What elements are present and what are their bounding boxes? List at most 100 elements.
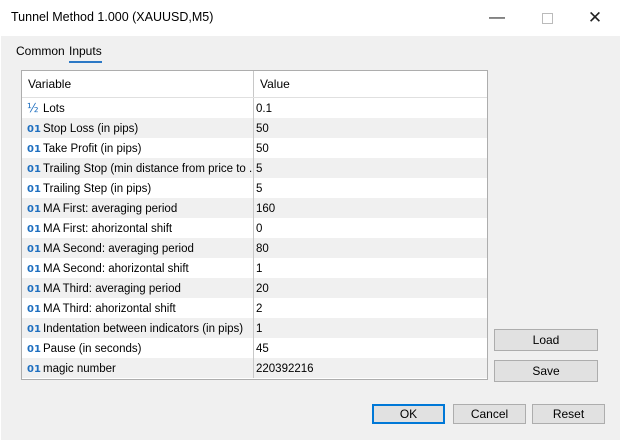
variable-value[interactable]: 50 bbox=[254, 143, 269, 155]
integer-icon: 01 bbox=[27, 284, 41, 295]
inputs-table: Variable Value ½ Lots 0.1 01 Stop Loss (in p… bbox=[21, 70, 488, 380]
integer-icon: 01 bbox=[27, 244, 41, 255]
variable-value[interactable]: 220392216 bbox=[254, 363, 314, 375]
minimize-icon: — bbox=[489, 9, 505, 26]
tab-common[interactable]: Common bbox=[16, 44, 65, 58]
reset-button[interactable]: Reset bbox=[532, 404, 605, 424]
value-cell[interactable]: 160 bbox=[254, 198, 487, 218]
variable-value[interactable]: 2 bbox=[254, 303, 262, 315]
variable-name: Pause (in seconds) bbox=[43, 343, 142, 355]
variable-value[interactable]: 160 bbox=[254, 203, 275, 215]
value-cell[interactable]: 20 bbox=[254, 278, 487, 298]
integer-icon: 01 bbox=[27, 264, 41, 275]
integer-icon: 01 bbox=[27, 144, 41, 155]
table-row[interactable]: 01 MA Second: averaging period 80 bbox=[22, 238, 487, 258]
variable-name: Trailing Step (in pips) bbox=[43, 183, 152, 195]
variable-name: MA Second: averaging period bbox=[43, 243, 194, 255]
column-header-variable-label: Variable bbox=[28, 77, 72, 91]
variable-cell: 01 Indentation between indicators (in pip… bbox=[22, 318, 254, 338]
variable-value[interactable]: 80 bbox=[254, 243, 269, 255]
save-button[interactable]: Save bbox=[494, 360, 598, 382]
cancel-button[interactable]: Cancel bbox=[453, 404, 526, 424]
variable-cell: 01 MA Second: averaging period bbox=[22, 238, 254, 258]
variable-value[interactable]: 0.1 bbox=[254, 103, 272, 115]
table-row[interactable]: 01 Trailing Stop (min distance from price… bbox=[22, 158, 487, 178]
variable-cell: 01 magic number bbox=[22, 358, 254, 378]
window-title: Tunnel Method 1.000 (XAUUSD,M5) bbox=[11, 10, 214, 24]
value-cell[interactable]: 0.1 bbox=[254, 98, 487, 118]
variable-value[interactable]: 5 bbox=[254, 163, 262, 175]
variable-value[interactable]: 1 bbox=[254, 323, 262, 335]
variable-name: MA Third: averaging period bbox=[43, 283, 181, 295]
variable-cell: 01 Stop Loss (in pips) bbox=[22, 118, 254, 138]
variable-value[interactable]: 20 bbox=[254, 283, 269, 295]
integer-icon: 01 bbox=[27, 304, 41, 315]
value-cell[interactable]: 0 bbox=[254, 218, 487, 238]
variable-name: MA First: ahorizontal shift bbox=[43, 223, 173, 235]
variable-value[interactable]: 0 bbox=[254, 223, 262, 235]
value-cell[interactable]: 220392216 bbox=[254, 358, 487, 378]
variable-cell: 01 Take Profit (in pips) bbox=[22, 138, 254, 158]
variable-name: Take Profit (in pips) bbox=[43, 143, 142, 155]
table-row[interactable]: 01 MA Third: ahorizontal shift 2 bbox=[22, 298, 487, 318]
table-row[interactable]: 01 Stop Loss (in pips) 50 bbox=[22, 118, 487, 138]
table-row[interactable]: 01 Trailing Step (in pips) 5 bbox=[22, 178, 487, 198]
value-cell[interactable]: 80 bbox=[254, 238, 487, 258]
value-cell[interactable]: 50 bbox=[254, 138, 487, 158]
variable-name: Indentation between indicators (in pips) bbox=[43, 323, 244, 335]
value-cell[interactable]: 45 bbox=[254, 338, 487, 358]
value-cell[interactable]: 5 bbox=[254, 158, 487, 178]
variable-name: MA Second: ahorizontal shift bbox=[43, 263, 189, 275]
column-header-variable[interactable]: Variable bbox=[22, 71, 254, 97]
fraction-icon: ½ bbox=[27, 101, 39, 115]
column-header-value[interactable]: Value bbox=[254, 71, 487, 97]
integer-icon: 01 bbox=[27, 224, 41, 235]
table-row[interactable]: ½ Lots 0.1 bbox=[22, 98, 487, 118]
integer-icon: 01 bbox=[27, 364, 41, 375]
value-cell[interactable]: 5 bbox=[254, 178, 487, 198]
table-row[interactable]: 01 MA Third: averaging period 20 bbox=[22, 278, 487, 298]
table-row[interactable]: 01 MA First: ahorizontal shift 0 bbox=[22, 218, 487, 238]
maximize-icon bbox=[541, 13, 553, 24]
variable-cell: 01 MA First: ahorizontal shift bbox=[22, 218, 254, 238]
table-row[interactable]: 01 Take Profit (in pips) 50 bbox=[22, 138, 487, 158]
load-button[interactable]: Load bbox=[494, 329, 598, 351]
variable-name: Trailing Stop (min distance from price t… bbox=[43, 163, 254, 175]
variable-value[interactable]: 50 bbox=[254, 123, 269, 135]
variable-cell: 01 Trailing Stop (min distance from price… bbox=[22, 158, 254, 178]
table-rows: ½ Lots 0.1 01 Stop Loss (in pips) 50 01 Take Pr… bbox=[22, 98, 487, 378]
tab-inputs[interactable]: Inputs bbox=[69, 44, 102, 63]
table-header: Variable Value bbox=[22, 71, 487, 98]
dialog-body: Common Inputs Variable Value ½ Lots 0.1 01 S… bbox=[1, 36, 620, 440]
value-cell[interactable]: 2 bbox=[254, 298, 487, 318]
value-cell[interactable]: 1 bbox=[254, 258, 487, 278]
variable-name: Lots bbox=[43, 103, 65, 115]
variable-value[interactable]: 5 bbox=[254, 183, 262, 195]
integer-icon: 01 bbox=[27, 204, 41, 215]
table-row[interactable]: 01 Indentation between indicators (in pip… bbox=[22, 318, 487, 338]
variable-cell: 01 MA First: averaging period bbox=[22, 198, 254, 218]
close-button[interactable]: ✕ bbox=[580, 6, 610, 30]
variable-name: Stop Loss (in pips) bbox=[43, 123, 139, 135]
variable-cell: 01 Trailing Step (in pips) bbox=[22, 178, 254, 198]
column-header-value-label: Value bbox=[260, 77, 290, 91]
variable-value[interactable]: 1 bbox=[254, 263, 262, 275]
ok-button[interactable]: OK bbox=[372, 404, 445, 424]
value-cell[interactable]: 50 bbox=[254, 118, 487, 138]
dialog-footer: OK Cancel Reset bbox=[1, 396, 620, 440]
variable-cell: 01 MA Third: ahorizontal shift bbox=[22, 298, 254, 318]
variable-cell: 01 Pause (in seconds) bbox=[22, 338, 254, 358]
table-row[interactable]: 01 MA First: averaging period 160 bbox=[22, 198, 487, 218]
table-row[interactable]: 01 magic number 220392216 bbox=[22, 358, 487, 378]
variable-value[interactable]: 45 bbox=[254, 343, 269, 355]
value-cell[interactable]: 1 bbox=[254, 318, 487, 338]
title-bar: Tunnel Method 1.000 (XAUUSD,M5) — ✕ bbox=[0, 0, 621, 36]
table-row[interactable]: 01 MA Second: ahorizontal shift 1 bbox=[22, 258, 487, 278]
variable-name: magic number bbox=[43, 363, 116, 375]
table-row[interactable]: 01 Pause (in seconds) 45 bbox=[22, 338, 487, 358]
integer-icon: 01 bbox=[27, 184, 41, 195]
integer-icon: 01 bbox=[27, 344, 41, 355]
minimize-button[interactable]: — bbox=[482, 6, 512, 30]
integer-icon: 01 bbox=[27, 324, 41, 335]
variable-cell: 01 MA Third: averaging period bbox=[22, 278, 254, 298]
